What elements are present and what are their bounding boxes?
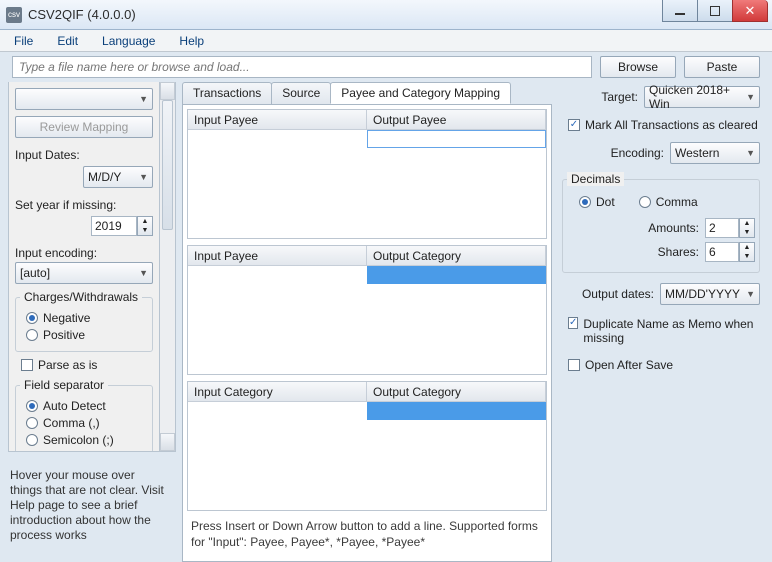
menu-language[interactable]: Language xyxy=(92,32,165,50)
col-input-payee: Input Payee xyxy=(188,246,367,265)
window-titlebar: csv CSV2QIF (4.0.0.0) ✕ xyxy=(0,0,772,30)
field-separator-legend: Field separator xyxy=(20,378,108,392)
chevron-down-icon: ▼ xyxy=(139,172,148,182)
decimals-legend: Decimals xyxy=(567,172,624,186)
review-mapping-button: Review Mapping xyxy=(15,116,153,138)
chevron-down-icon: ▼ xyxy=(746,92,755,102)
close-button[interactable]: ✕ xyxy=(732,0,768,22)
radio-positive[interactable]: Positive xyxy=(20,328,148,342)
hover-help-text: Hover your mouse over things that are no… xyxy=(10,468,168,543)
check-open-after-save[interactable]: Open After Save xyxy=(562,358,760,372)
output-dates-label: Output dates: xyxy=(582,287,654,301)
radio-comma[interactable]: Comma xyxy=(633,195,698,209)
chevron-down-icon: ▼ xyxy=(139,268,148,278)
charges-legend: Charges/Withdrawals xyxy=(20,290,142,304)
set-year-input[interactable] xyxy=(91,216,137,236)
set-year-spinner[interactable]: ▲▼ xyxy=(91,216,153,236)
paste-button[interactable]: Paste xyxy=(684,56,760,78)
tab-transactions[interactable]: Transactions xyxy=(182,82,272,104)
shares-input[interactable] xyxy=(705,242,739,262)
maximize-button[interactable] xyxy=(697,0,733,22)
file-row: Browse Paste xyxy=(0,52,772,82)
set-year-label: Set year if missing: xyxy=(15,198,153,212)
check-duplicate-name-memo[interactable]: ✓Duplicate Name as Memo when missing xyxy=(562,317,760,346)
col-output-payee: Output Payee xyxy=(367,110,546,129)
right-panel: Target: Quicken 2018+ Win▼ ✓Mark All Tra… xyxy=(558,82,764,507)
selected-cell[interactable] xyxy=(367,402,546,420)
radio-comma[interactable]: Comma (,) xyxy=(20,416,148,430)
radio-semicolon[interactable]: Semicolon (;) xyxy=(20,433,148,447)
mapping-hint: Press Insert or Down Arrow button to add… xyxy=(187,517,547,552)
tab-payee-category-mapping[interactable]: Payee and Category Mapping xyxy=(330,82,511,104)
chevron-down-icon: ▼ xyxy=(746,289,755,299)
charges-fieldset: Charges/Withdrawals Negative Positive xyxy=(15,290,153,352)
check-parse-as-is[interactable]: Parse as is xyxy=(15,358,153,372)
amounts-input[interactable] xyxy=(705,218,739,238)
encoding-label: Encoding: xyxy=(611,146,664,160)
field-separator-fieldset: Field separator Auto Detect Comma (,) Se… xyxy=(15,378,153,452)
amounts-label: Amounts: xyxy=(648,221,699,235)
menu-file[interactable]: File xyxy=(4,32,43,50)
shares-spinner[interactable]: ▲▼ xyxy=(705,242,755,262)
browse-button[interactable]: Browse xyxy=(600,56,676,78)
menu-help[interactable]: Help xyxy=(169,32,214,50)
decimals-fieldset: Decimals Dot Comma Amounts: ▲▼ Shares: ▲… xyxy=(562,172,760,273)
radio-dot[interactable]: Dot xyxy=(573,195,615,209)
check-mark-all-cleared[interactable]: ✓Mark All Transactions as cleared xyxy=(562,118,760,132)
top-dropdown[interactable]: ▼ xyxy=(15,88,153,110)
left-panel: ▼ Review Mapping Input Dates: M/D/Y▼ Set… xyxy=(8,82,160,452)
window-title: CSV2QIF (4.0.0.0) xyxy=(28,7,136,22)
input-encoding-label: Input encoding: xyxy=(15,246,153,260)
tab-source[interactable]: Source xyxy=(271,82,331,104)
encoding-select[interactable]: Western▼ xyxy=(670,142,760,164)
filename-input[interactable] xyxy=(12,56,592,78)
shares-label: Shares: xyxy=(658,245,699,259)
target-label: Target: xyxy=(601,90,638,104)
scrollbar-thumb[interactable] xyxy=(162,100,173,230)
col-output-category: Output Category xyxy=(367,246,546,265)
target-select[interactable]: Quicken 2018+ Win▼ xyxy=(644,86,760,108)
radio-auto-detect[interactable]: Auto Detect xyxy=(20,399,148,413)
minimize-button[interactable] xyxy=(662,0,698,22)
radio-negative[interactable]: Negative xyxy=(20,311,148,325)
app-icon: csv xyxy=(6,7,22,23)
center-panel: Transactions Source Payee and Category M… xyxy=(182,82,552,507)
selected-cell[interactable] xyxy=(367,130,546,148)
chevron-down-icon: ▼ xyxy=(139,94,148,104)
col-input-category: Input Category xyxy=(188,382,367,401)
menu-edit[interactable]: Edit xyxy=(47,32,88,50)
menu-bar: File Edit Language Help xyxy=(0,30,772,52)
col-output-category: Output Category xyxy=(367,382,546,401)
grid-payee-payee[interactable]: Input PayeeOutput Payee xyxy=(187,109,547,239)
grid-category-category[interactable]: Input CategoryOutput Category xyxy=(187,381,547,511)
left-scrollbar[interactable] xyxy=(160,82,176,452)
grid-payee-category[interactable]: Input PayeeOutput Category xyxy=(187,245,547,375)
amounts-spinner[interactable]: ▲▼ xyxy=(705,218,755,238)
input-dates-select[interactable]: M/D/Y▼ xyxy=(83,166,153,188)
output-dates-select[interactable]: MM/DD'YYYY▼ xyxy=(660,283,760,305)
tab-body: Input PayeeOutput Payee Input PayeeOutpu… xyxy=(182,104,552,562)
input-encoding-select[interactable]: [auto]▼ xyxy=(15,262,153,284)
col-input-payee: Input Payee xyxy=(188,110,367,129)
chevron-down-icon: ▼ xyxy=(746,148,755,158)
input-dates-label: Input Dates: xyxy=(15,148,153,162)
selected-cell[interactable] xyxy=(367,266,546,284)
